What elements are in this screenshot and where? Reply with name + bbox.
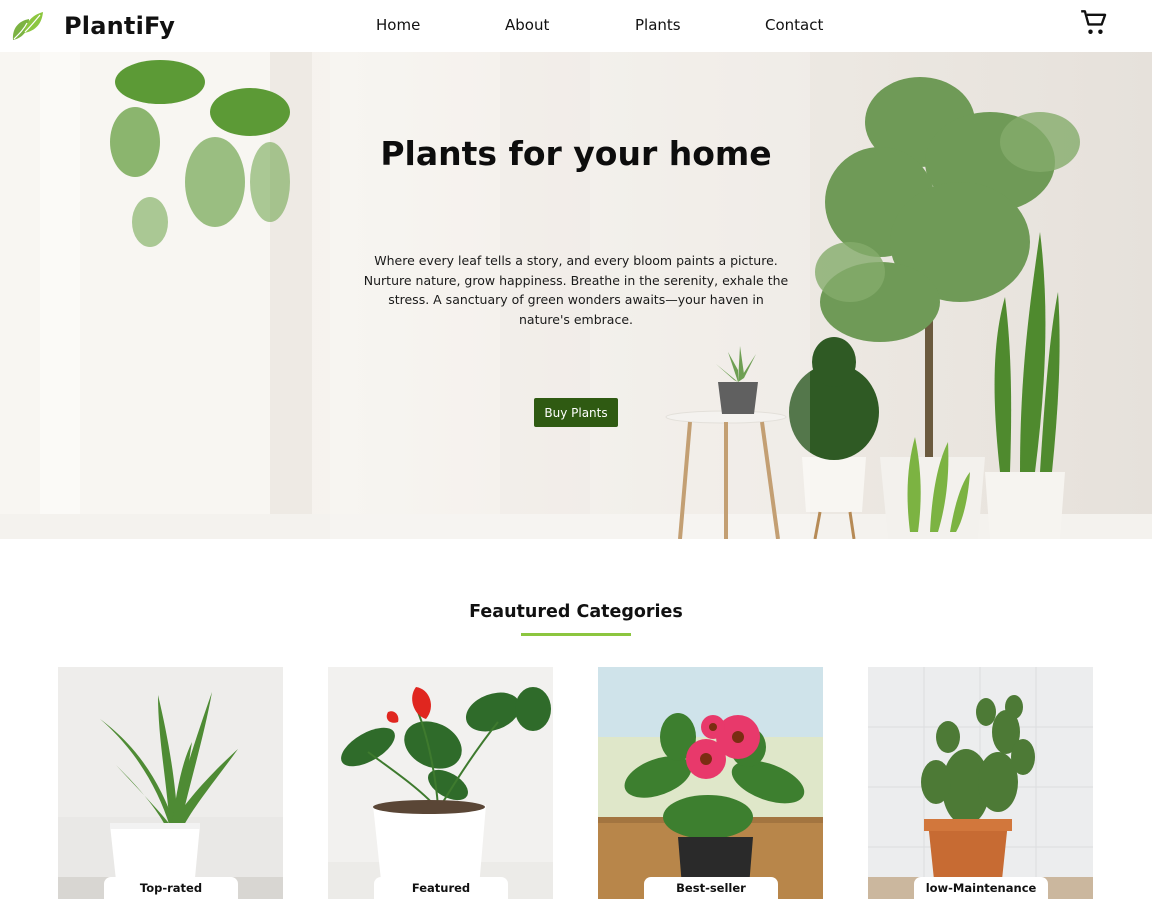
category-card-top-rated[interactable]: Top-rated [58,667,283,899]
hero-description: Where every leaf tells a story, and ever… [363,253,789,327]
aloe-plant-image [58,667,283,899]
cactus-plant-image [868,667,1093,899]
nav-about[interactable]: About [505,16,549,34]
category-label: low-Maintenance [914,877,1048,899]
hero-banner: Plants for your home Where every leaf te… [0,52,1152,539]
category-card-best-seller[interactable]: Best-seller [598,667,823,899]
category-label: Featured [374,877,508,899]
category-card-low-maintenance[interactable]: low-Maintenance [868,667,1093,899]
nav-contact[interactable]: Contact [765,16,823,34]
category-label: Top-rated [104,877,238,899]
cart-icon[interactable] [1080,9,1108,37]
category-label: Best-seller [644,877,778,899]
anthurium-plant-image [328,667,553,899]
nav-plants[interactable]: Plants [635,16,681,34]
top-navbar: PlantiFy Home About Plants Contact [0,0,1152,52]
gerbera-plant-image [598,667,823,899]
buy-plants-button[interactable]: Buy Plants [534,398,618,427]
category-card-featured[interactable]: Featured [328,667,553,899]
featured-categories-title: Feautured Categories [469,602,683,622]
leaf-icon [12,12,43,40]
brand-logo[interactable]: PlantiFy [10,9,175,43]
nav-home[interactable]: Home [376,16,420,34]
hero-title: Plants for your home [380,134,772,173]
title-underline [521,633,631,636]
brand-name: PlantiFy [64,12,176,40]
